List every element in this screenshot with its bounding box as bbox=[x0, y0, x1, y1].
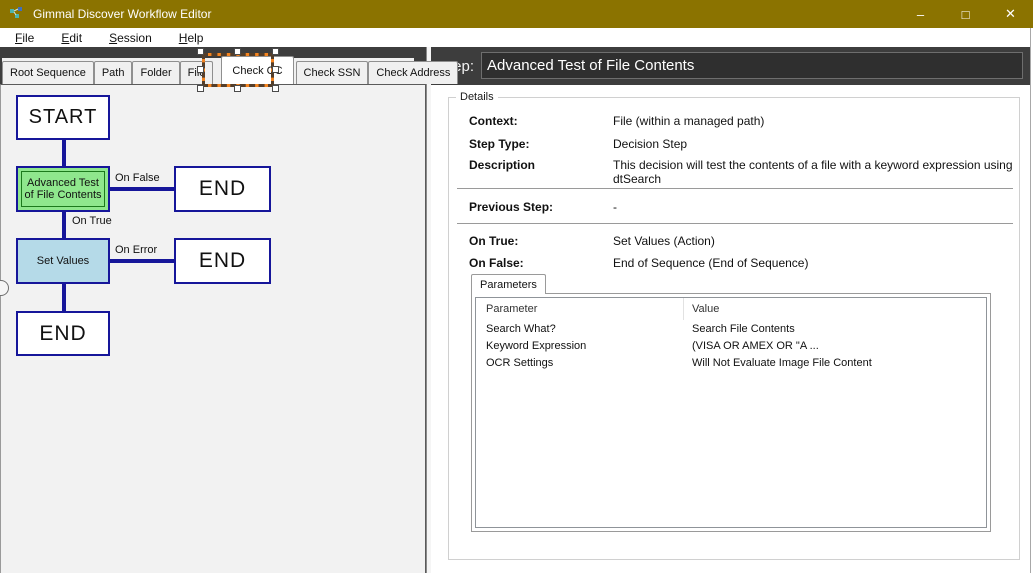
detail-value: - bbox=[613, 200, 1013, 214]
connector-on-error bbox=[108, 259, 176, 263]
node-advanced-test[interactable]: Advanced Test of File Contents bbox=[16, 166, 110, 212]
detail-value: This decision will test the contents of … bbox=[613, 158, 1033, 186]
detail-row-description: Description This decision will test the … bbox=[469, 158, 1033, 186]
detail-row-context: Context: File (within a managed path) bbox=[469, 114, 1013, 128]
table-row[interactable]: OCR Settings Will Not Evaluate Image Fil… bbox=[476, 354, 986, 371]
tab-check-cc[interactable]: Check CC bbox=[221, 56, 293, 84]
node-end-on-false[interactable]: END bbox=[174, 166, 271, 212]
menu-item-file[interactable]: File bbox=[15, 31, 34, 45]
detail-value: File (within a managed path) bbox=[613, 114, 1013, 128]
detail-row-step-type: Step Type: Decision Step bbox=[469, 137, 1013, 151]
connector-test-to-setvalues bbox=[62, 210, 66, 240]
connector-setvalues-to-end bbox=[62, 282, 66, 313]
detail-value: Set Values (Action) bbox=[613, 234, 1013, 248]
connector-start-to-test bbox=[62, 138, 66, 168]
node-end-final[interactable]: END bbox=[16, 311, 110, 356]
minimize-button[interactable]: – bbox=[898, 0, 943, 28]
detail-row-previous-step: Previous Step: - bbox=[469, 200, 1013, 214]
step-header-band: Step: Advanced Test of File Contents bbox=[431, 47, 1030, 85]
parameters-table-header: Parameter Value bbox=[476, 298, 986, 320]
app-window: Gimmal Discover Workflow Editor – □ ✕ Fi… bbox=[0, 0, 1033, 573]
tab-root-sequence[interactable]: Root Sequence bbox=[2, 61, 94, 84]
detail-label: Previous Step: bbox=[469, 200, 613, 214]
detail-label: On True: bbox=[469, 234, 613, 248]
workflow-canvas[interactable]: On False On True On Error START Advanced… bbox=[0, 84, 426, 573]
workflow-tab-strip: Root Sequence Path Folder File Check CC … bbox=[2, 58, 414, 84]
separator bbox=[457, 188, 1013, 190]
edge-label-on-error: On Error bbox=[115, 244, 157, 256]
table-row[interactable]: Search What? Search File Contents bbox=[476, 320, 986, 337]
title-bar: Gimmal Discover Workflow Editor – □ ✕ bbox=[0, 0, 1033, 28]
tab-file[interactable]: File bbox=[180, 61, 214, 84]
detail-label: Description bbox=[469, 158, 613, 186]
step-name-field[interactable]: Advanced Test of File Contents bbox=[481, 52, 1023, 79]
connector-on-false bbox=[108, 187, 176, 191]
details-panel: Details Context: File (within a managed … bbox=[431, 85, 1030, 573]
menu-item-help[interactable]: Help bbox=[179, 31, 204, 45]
edge-label-on-false: On False bbox=[115, 172, 160, 184]
tab-check-address[interactable]: Check Address bbox=[368, 61, 458, 84]
detail-label: Context: bbox=[469, 114, 613, 128]
maximize-button[interactable]: □ bbox=[943, 0, 988, 28]
param-name: Keyword Expression bbox=[476, 340, 684, 352]
param-value: Will Not Evaluate Image File Content bbox=[684, 357, 986, 369]
menu-item-session[interactable]: Session bbox=[109, 31, 152, 45]
detail-row-on-false: On False: End of Sequence (End of Sequen… bbox=[469, 256, 1013, 270]
tab-check-ssn[interactable]: Check SSN bbox=[296, 61, 369, 84]
menu-item-edit[interactable]: Edit bbox=[61, 31, 82, 45]
node-end-on-error[interactable]: END bbox=[174, 238, 271, 284]
menu-bar: File Edit Session Help bbox=[0, 28, 1033, 47]
window-border bbox=[1030, 28, 1031, 573]
details-legend: Details bbox=[456, 91, 498, 103]
table-row[interactable]: Keyword Expression (VISA OR AMEX OR "A .… bbox=[476, 337, 986, 354]
separator bbox=[457, 223, 1013, 225]
detail-label: Step Type: bbox=[469, 137, 613, 151]
details-groupbox: Details Context: File (within a managed … bbox=[448, 97, 1020, 560]
node-advanced-test-label: Advanced Test of File Contents bbox=[21, 171, 105, 207]
param-name: OCR Settings bbox=[476, 357, 684, 369]
param-value: Search File Contents bbox=[684, 323, 986, 335]
detail-value: Decision Step bbox=[613, 137, 1013, 151]
tab-path[interactable]: Path bbox=[94, 61, 133, 84]
node-start[interactable]: START bbox=[16, 95, 110, 140]
column-header-value[interactable]: Value bbox=[684, 303, 986, 315]
node-set-values[interactable]: Set Values bbox=[16, 238, 110, 284]
detail-label: On False: bbox=[469, 256, 613, 270]
tab-folder[interactable]: Folder bbox=[132, 61, 179, 84]
app-icon bbox=[9, 7, 25, 21]
parameters-table: Parameter Value Search What? Search File… bbox=[471, 293, 991, 532]
tab-parameters[interactable]: Parameters bbox=[471, 274, 546, 294]
detail-value: End of Sequence (End of Sequence) bbox=[613, 256, 1013, 270]
column-header-parameter[interactable]: Parameter bbox=[476, 298, 684, 320]
edge-label-on-true: On True bbox=[72, 215, 112, 227]
param-name: Search What? bbox=[476, 323, 684, 335]
window-title: Gimmal Discover Workflow Editor bbox=[33, 7, 211, 21]
close-button[interactable]: ✕ bbox=[988, 0, 1033, 28]
detail-row-on-true: On True: Set Values (Action) bbox=[469, 234, 1013, 248]
splitter-grip[interactable] bbox=[0, 280, 9, 296]
param-value: (VISA OR AMEX OR "A ... bbox=[684, 340, 986, 352]
